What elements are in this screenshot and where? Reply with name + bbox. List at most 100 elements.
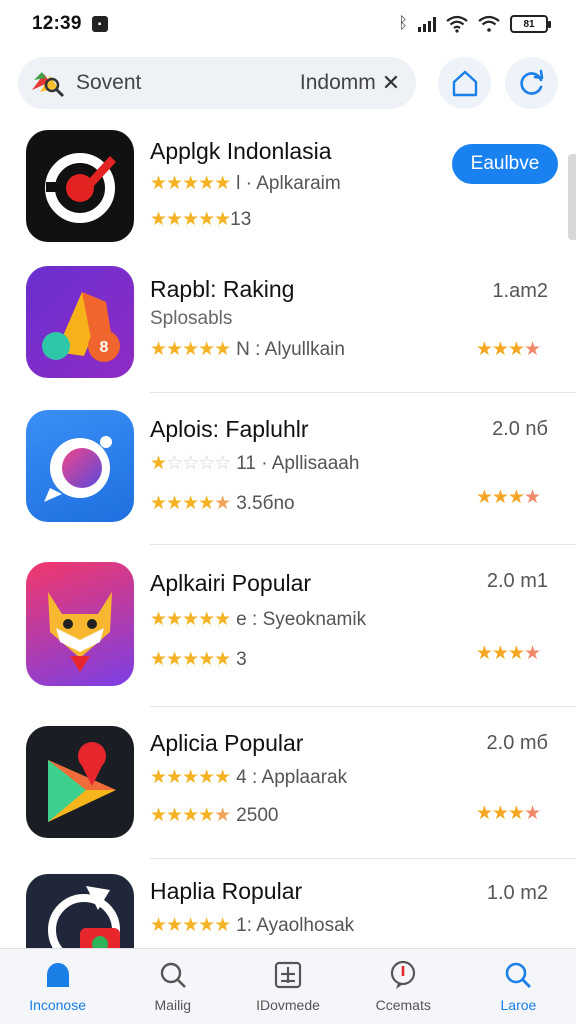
app-subtitle: Splosabls <box>150 308 233 329</box>
rating-count: 3 <box>236 648 247 670</box>
rating-meta: N : Alyullkain <box>236 338 345 360</box>
star-rating: ★★★★★ <box>150 493 231 514</box>
app-size: 2.0 m1 <box>486 570 548 592</box>
status-icons: ᛒ 81 <box>398 15 551 33</box>
tab-downloads[interactable]: IDovmede <box>230 949 345 1024</box>
rating-meta: e : Syeoknamik <box>236 608 367 630</box>
scroll-edge <box>568 154 576 240</box>
app-size: 2.0 mб <box>486 732 548 754</box>
rating-meta: l · Aplkaraim <box>236 172 341 194</box>
comment-icon <box>387 959 419 991</box>
app-name: Rapbl: Raking <box>150 276 295 302</box>
rating-count: 13 <box>230 208 252 230</box>
tab-home[interactable]: Inconose <box>0 949 115 1024</box>
rating-line-2: ★★★★★ 13 <box>150 208 251 231</box>
list-item[interactable]: Aplicia Popular ★★★★★ 4 : Applaarak ★★★★… <box>0 708 576 858</box>
app-icon: 8 <box>26 266 134 378</box>
rating-meta: 11 · Apllisaaah <box>236 452 360 474</box>
rating-count: 3.5бno <box>236 492 295 514</box>
star-rating: ★★★★★ <box>150 339 231 360</box>
app-name: Aplkairi Popular <box>150 570 312 596</box>
list-item[interactable]: Aplois: Fapluhlr ★☆☆☆☆ 11 · Apllisaaah ★… <box>0 394 576 544</box>
notification-icon: ▪ <box>91 16 108 32</box>
svg-text:8: 8 <box>100 339 109 356</box>
star-rating: ★★★★★ <box>150 649 231 670</box>
battery-icon: 81 <box>510 15 551 33</box>
tab-label: Ccemats <box>375 997 431 1013</box>
clear-icon[interactable]: ✕ <box>382 70 400 96</box>
tab-bar: Inconose Mailig IDovmede Ccemats Laroe <box>0 948 576 1024</box>
status-bar: 12:39 ▪ ᛒ 81 <box>0 0 576 48</box>
divider <box>150 858 576 859</box>
search-filter-text: Indomm <box>299 71 376 94</box>
search-input[interactable]: Sovent Indomm ✕ <box>18 57 417 109</box>
refresh-icon <box>519 69 543 95</box>
rating-count: 2500 <box>236 804 279 826</box>
app-icon <box>26 874 134 958</box>
bluetooth-icon: ᛒ <box>398 15 408 32</box>
app-icon <box>26 130 134 242</box>
search-icon <box>502 959 534 991</box>
list-item[interactable]: Aplkairi Popular ★★★★★ e : Syeoknamik ★★… <box>0 546 576 706</box>
app-name: Aplicia Popular <box>150 730 304 756</box>
mini-rating: ★★★★ <box>475 803 541 824</box>
star-rating: ★★★★★ <box>150 173 231 194</box>
rating-line-2: ★★★★★ 3.5бno <box>150 492 295 515</box>
star-rating: ★★★★★ <box>150 767 231 788</box>
star-rating: ★☆☆☆☆ <box>150 453 231 474</box>
rating-line: ★★★★★ l · Aplkaraim <box>150 172 341 195</box>
app-size: 2.0 nб <box>492 418 548 440</box>
download-icon <box>272 959 304 991</box>
wifi-icon-2 <box>478 15 500 32</box>
list-item[interactable]: 8 Rapbl: Raking Splosabls ★★★★★ N : Alyu… <box>0 258 576 392</box>
signal-icon <box>418 16 436 32</box>
wifi-icon <box>446 15 468 33</box>
rating-line-2: ★★★★★ 2500 <box>150 804 278 827</box>
app-size: 1.am2 <box>492 280 548 302</box>
star-rating: ★★★★★ <box>150 915 231 936</box>
tab-label: Mailig <box>154 997 192 1013</box>
rating-line: ★★★★★ 1: Ayaolhosak <box>150 914 354 937</box>
tab-comments[interactable]: Ccemats <box>346 949 461 1024</box>
list-item[interactable]: Applgk Indonlasia ★★★★★ l · Aplkaraim ★★… <box>0 122 576 258</box>
rating-meta: 4 : Applaarak <box>236 766 348 788</box>
refresh-button[interactable] <box>505 57 558 109</box>
app-name: Haplia Ropular <box>150 878 303 904</box>
divider <box>150 706 576 707</box>
list-item[interactable]: Haplia Ropular ★★★★★ 1: Ayaolhosak 1.0 m… <box>0 860 576 958</box>
rating-line: ★★★★★ 4 : Applaarak <box>150 766 347 789</box>
home-icon <box>452 70 477 97</box>
app-icon <box>26 726 134 838</box>
rating-line-2: ★★★★★ 3 <box>150 648 247 671</box>
rating-meta: 1: Ayaolhosak <box>236 914 355 936</box>
app-name: Applgk Indonlasia <box>150 138 332 164</box>
divider <box>150 544 576 545</box>
search-row: Sovent Indomm ✕ <box>18 56 558 110</box>
search-query-text: Sovent <box>76 71 142 94</box>
rating-line: ★★★★★ e : Syeoknamik <box>150 608 366 631</box>
app-icon <box>26 562 134 686</box>
tab-label: Laroe <box>500 997 537 1013</box>
mini-rating: ★★★★ <box>475 643 541 664</box>
tab-search[interactable]: Mailig <box>115 949 230 1024</box>
status-time: 12:39 <box>32 13 82 34</box>
home-tab-icon <box>42 959 74 991</box>
home-button[interactable] <box>438 57 492 109</box>
mini-rating: ★★★★ <box>475 339 541 360</box>
star-rating: ★★★★★ <box>150 805 231 826</box>
mini-rating: ★★★★ <box>475 487 541 508</box>
install-button[interactable]: Eaulbve <box>452 144 558 184</box>
rating-line: ★☆☆☆☆ 11 · Apllisaaah <box>150 452 359 475</box>
search-logo-icon <box>32 72 65 98</box>
app-icon <box>26 410 134 522</box>
tab-label: Inconose <box>29 997 87 1013</box>
star-rating: ★★★★★ <box>150 609 231 630</box>
star-rating: ★★★★★ <box>150 209 231 230</box>
rating-line: ★★★★★ N : Alyullkain <box>150 338 345 361</box>
tab-label: IDovmede <box>256 997 320 1013</box>
search-icon <box>157 959 189 991</box>
app-size: 1.0 m2 <box>486 882 548 904</box>
divider <box>150 392 576 393</box>
app-name: Aplois: Fapluhlr <box>150 416 309 442</box>
tab-explore[interactable]: Laroe <box>461 949 576 1024</box>
